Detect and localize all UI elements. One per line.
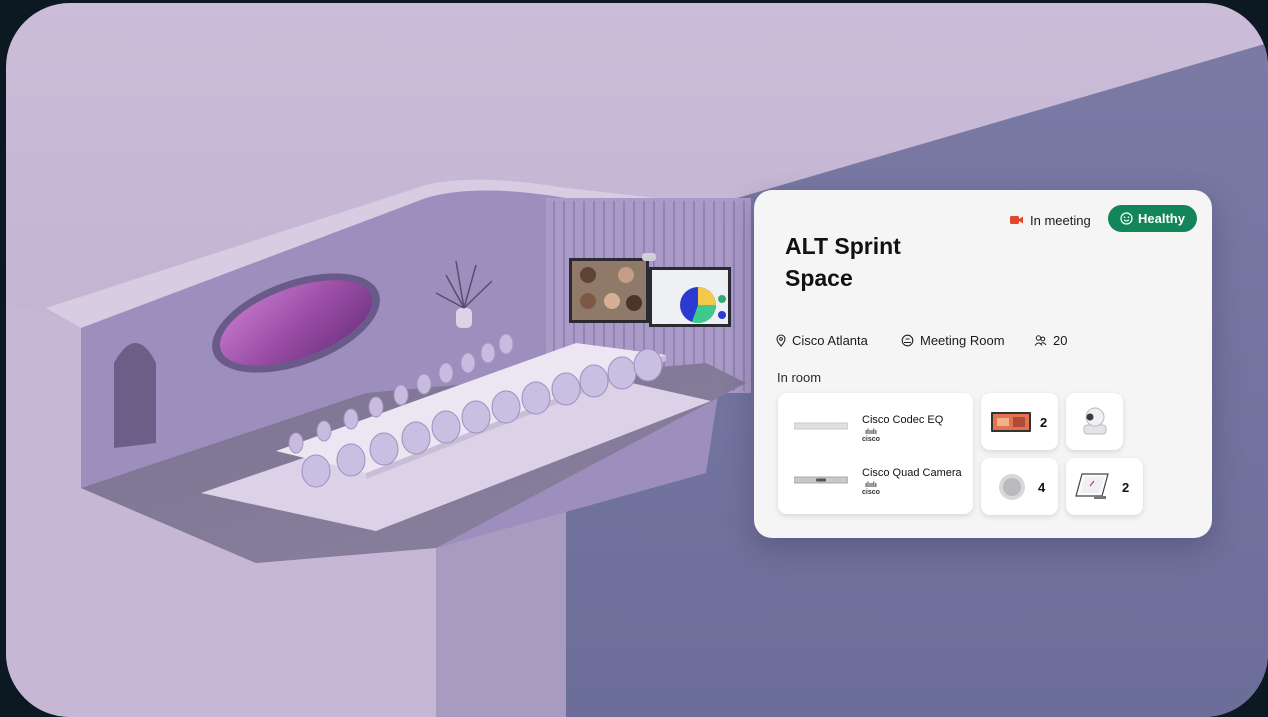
- quad-camera-device-icon: [794, 476, 848, 484]
- device-name: Cisco Quad Camera: [862, 467, 962, 479]
- cisco-logo-icon: ılıılı cisco: [862, 429, 880, 443]
- room-title: ALT Sprint Space: [785, 230, 1015, 294]
- room-status-card[interactable]: In meeting Healthy ALT Sprint Space Cisc…: [754, 190, 1212, 538]
- people-icon: [1034, 334, 1047, 346]
- devices-list-tile[interactable]: Cisco Codec EQ ılıılı cisco Cisco Quad Ca…: [778, 393, 973, 514]
- smiley-icon: [1120, 212, 1133, 225]
- display-count-tile[interactable]: 2: [981, 393, 1058, 450]
- health-status-badge[interactable]: Healthy: [1108, 205, 1197, 232]
- health-status-label: Healthy: [1138, 211, 1185, 226]
- ptz-camera-icon: [1083, 407, 1107, 435]
- capacity-label: 20: [1053, 332, 1068, 348]
- meeting-room-icon: [901, 334, 914, 346]
- touch-panel-icon: [1075, 473, 1109, 499]
- location-pin-icon: [776, 333, 786, 347]
- location-meta: Cisco Atlanta: [776, 331, 868, 349]
- room-type-meta: Meeting Room: [901, 331, 1005, 349]
- microphone-icon: [999, 474, 1025, 500]
- room-title-line1: ALT Sprint: [785, 233, 901, 259]
- device-name: Cisco Codec EQ: [862, 414, 944, 426]
- video-camera-icon: [1010, 216, 1023, 224]
- cisco-logo-icon: ılıılı cisco: [862, 482, 880, 496]
- touch-panel-count-tile[interactable]: 2: [1066, 458, 1143, 515]
- display-icon: [991, 412, 1031, 432]
- display-count: 2: [1040, 415, 1048, 430]
- capacity-meta: 20: [1034, 331, 1067, 349]
- codec-device-icon: [794, 422, 848, 430]
- meeting-status: In meeting: [1010, 210, 1091, 230]
- microphone-count-tile[interactable]: 4: [981, 458, 1058, 515]
- room-type-label: Meeting Room: [920, 332, 1005, 348]
- hero-frame: In meeting Healthy ALT Sprint Space Cisc…: [6, 3, 1268, 717]
- microphone-count: 4: [1038, 480, 1046, 495]
- location-label: Cisco Atlanta: [792, 332, 868, 348]
- room-title-line2: Space: [785, 265, 853, 291]
- meeting-status-label: In meeting: [1030, 212, 1091, 228]
- touch-panel-count: 2: [1122, 480, 1130, 495]
- in-room-heading: In room: [777, 370, 822, 385]
- ptz-camera-tile[interactable]: [1066, 393, 1123, 450]
